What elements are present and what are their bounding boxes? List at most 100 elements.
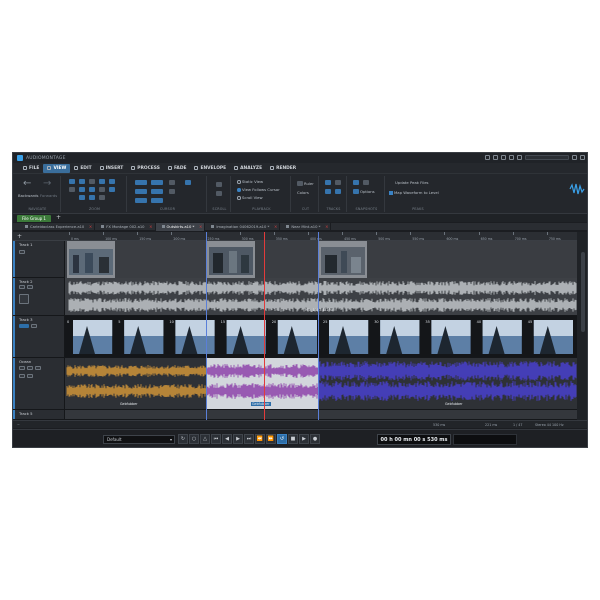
loop-icon[interactable]: ↻: [178, 434, 188, 444]
mute-button[interactable]: [19, 285, 25, 289]
track-lane[interactable]: [65, 410, 577, 419]
view-follows-radio[interactable]: [237, 188, 241, 192]
cursor-start-icon[interactable]: [135, 180, 147, 185]
zoom-out-icon[interactable]: [79, 179, 85, 184]
punch-icon[interactable]: ○: [189, 434, 199, 444]
video-frame[interactable]: [482, 320, 522, 354]
scroll-up-icon[interactable]: [216, 182, 222, 187]
zoom-fit-icon[interactable]: [89, 179, 95, 184]
lock-button[interactable]: [27, 374, 33, 378]
cursor-clip-icon[interactable]: [169, 189, 175, 194]
folder-icon[interactable]: [485, 155, 490, 160]
cursor-end-icon[interactable]: [151, 180, 163, 185]
add-file-group-button[interactable]: +: [56, 215, 61, 221]
track-down-icon[interactable]: [335, 189, 341, 194]
scroll-view-radio[interactable]: [237, 196, 241, 200]
menu-view[interactable]: VIEW: [43, 163, 71, 173]
zoom-pan-icon[interactable]: [109, 187, 115, 192]
video-frames[interactable]: 0 5 10 15 20 25 30 35 40 45: [65, 316, 577, 358]
time-ruler[interactable]: 0 ms 100 ms 150 ms 200 ms 250 ms 300 ms 350 ms…: [65, 232, 577, 241]
video-frame[interactable]: [124, 320, 164, 354]
video-frame[interactable]: [431, 320, 471, 354]
record-button[interactable]: [35, 366, 41, 370]
preset-select[interactable]: Default ▾: [103, 435, 175, 444]
menu-insert[interactable]: INSERT: [96, 164, 128, 173]
track-remove-icon[interactable]: [335, 180, 341, 185]
vertical-scrollbar[interactable]: [577, 232, 587, 420]
track-lane[interactable]: [65, 241, 577, 278]
map-waveform-option[interactable]: Map Waveform to Level: [389, 190, 439, 195]
menu-analyze[interactable]: ANALYZE: [230, 164, 266, 173]
track-lane[interactable]: MIX_1501-44100: [65, 278, 577, 315]
close-icon[interactable]: ×: [274, 224, 277, 229]
close-icon[interactable]: ×: [325, 224, 328, 229]
video-frame[interactable]: [329, 320, 369, 354]
menu-edit[interactable]: EDIT: [70, 164, 95, 173]
track-up-icon[interactable]: [325, 189, 331, 194]
menu-envelope[interactable]: ENVELOPE: [190, 164, 230, 173]
doc-tab-2[interactable]: Outskirts.a10 * ×: [155, 222, 206, 231]
scroll-view-option[interactable]: Scroll View: [237, 195, 263, 200]
doc-tab-0[interactable]: Carleidoclass Experience.a10 ×: [19, 222, 96, 231]
zoom-next-icon[interactable]: [89, 195, 95, 200]
colors-label[interactable]: Colors: [297, 190, 309, 195]
close-icon[interactable]: ×: [199, 224, 202, 229]
cursor-prev-icon[interactable]: [135, 189, 147, 194]
video-frame[interactable]: [380, 320, 420, 354]
zoom-track-icon[interactable]: [89, 187, 95, 192]
metronome-icon[interactable]: △: [200, 434, 210, 444]
close-icon[interactable]: ×: [149, 224, 152, 229]
next-icon[interactable]: ▶: [233, 434, 243, 444]
snapshot-icon[interactable]: [353, 180, 359, 185]
copy-icon[interactable]: [501, 155, 506, 160]
cycle-icon[interactable]: ↺: [277, 434, 287, 444]
save-icon[interactable]: [493, 155, 498, 160]
cursor-sel-start-icon[interactable]: [135, 198, 147, 203]
scroll-down-icon[interactable]: [216, 191, 222, 196]
track-fx-button[interactable]: [19, 294, 29, 304]
cursor-next-icon[interactable]: [151, 189, 163, 194]
view-follows-option[interactable]: View Follows Cursor: [237, 187, 280, 192]
help-icon[interactable]: [572, 155, 577, 160]
menu-process[interactable]: PROCESS: [127, 164, 164, 173]
rewind-icon[interactable]: ⏪: [255, 434, 265, 444]
solo-button[interactable]: [27, 285, 33, 289]
track-menu-button[interactable]: [19, 250, 25, 254]
cut-icon[interactable]: [297, 181, 303, 186]
video-frame[interactable]: [73, 320, 113, 354]
zoom-out-icon[interactable]: −: [17, 423, 20, 427]
cursor-sel-end-icon[interactable]: [151, 198, 163, 203]
doc-tab-3[interactable]: Imagination 04062019.a10 * ×: [205, 222, 281, 231]
cursor-snap-icon[interactable]: [185, 180, 191, 185]
video-frame[interactable]: [277, 320, 317, 354]
waveform[interactable]: [65, 358, 577, 410]
video-frame[interactable]: [533, 320, 573, 354]
video-clips[interactable]: [65, 241, 577, 278]
stop-icon[interactable]: ■: [288, 434, 298, 444]
static-view-option[interactable]: Static View: [237, 179, 263, 184]
undo-icon[interactable]: [509, 155, 514, 160]
search-input[interactable]: [525, 155, 569, 160]
forward-icon[interactable]: ⏩: [266, 434, 276, 444]
zoom-reset-icon[interactable]: [99, 187, 105, 192]
zoom-in-icon[interactable]: [69, 179, 75, 184]
add-track-button[interactable]: +: [13, 232, 65, 241]
back-arrow-icon[interactable]: ←: [23, 179, 31, 189]
snapshot-recall-icon[interactable]: [363, 180, 369, 185]
menu-fade[interactable]: FADE: [164, 164, 191, 173]
mute-button[interactable]: [19, 366, 25, 370]
menu-file[interactable]: FILE: [19, 164, 43, 173]
prev-icon[interactable]: ◀: [222, 434, 232, 444]
fx-button[interactable]: [19, 374, 25, 378]
menu-render[interactable]: RENDER: [266, 164, 300, 173]
update-peak-files[interactable]: Update Peak Files: [395, 180, 429, 185]
zoom-all-icon[interactable]: [79, 187, 85, 192]
playback-cursor[interactable]: [264, 232, 265, 420]
zoom-sel-icon[interactable]: [69, 187, 75, 192]
forward-arrow-icon[interactable]: →: [43, 179, 51, 189]
options-label[interactable]: Options: [360, 189, 375, 194]
skip-start-icon[interactable]: ⏮: [211, 434, 221, 444]
video-toggle-button[interactable]: [19, 324, 29, 328]
map-waveform-checkbox[interactable]: [389, 191, 393, 195]
ruler-label[interactable]: Ruler: [304, 181, 314, 186]
